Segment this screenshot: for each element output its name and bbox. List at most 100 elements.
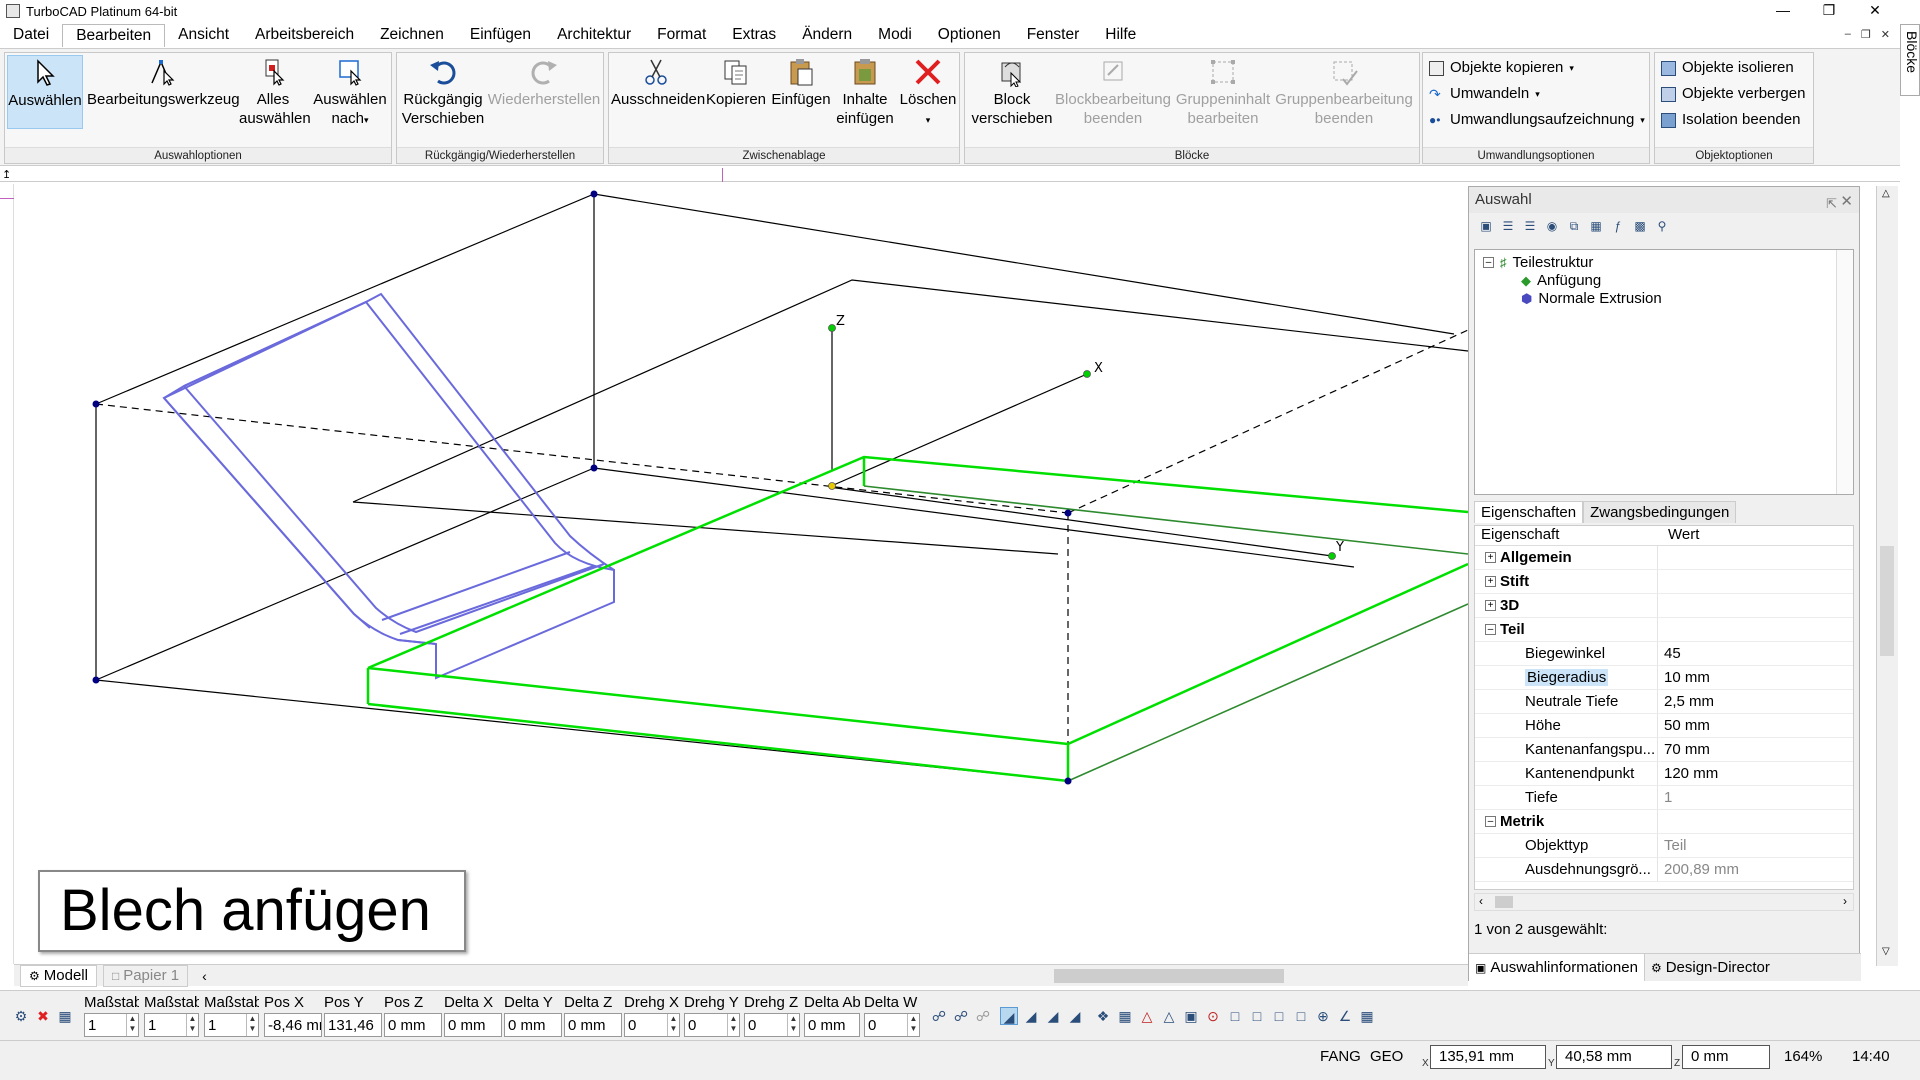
property-row[interactable]: Kantenanfangspu... 70 mm (1475, 738, 1853, 762)
select-all-small-icon[interactable]: ☰ (1499, 219, 1517, 235)
menu-datei[interactable]: Datei (0, 24, 62, 46)
drawing-viewport[interactable]: Z X Y (14, 184, 1468, 959)
menu-format[interactable]: Format (644, 24, 719, 46)
panel-scrollbar[interactable]: △ ▽ (1876, 186, 1898, 966)
input-delta-x[interactable]: Delta X0 mm (444, 993, 502, 1037)
menu-arbeitsbereich[interactable]: Arbeitsbereich (242, 24, 367, 46)
properties-icon[interactable]: ◉ (1543, 219, 1561, 235)
minimize-icon[interactable]: — (1760, 0, 1806, 20)
chain-disabled-icon[interactable]: ☍ (974, 1007, 992, 1025)
snap-mode-icon[interactable]: ❖ (1094, 1007, 1112, 1025)
category-3d[interactable]: +3D (1475, 594, 1853, 618)
snap-nearest-icon[interactable]: △ (1160, 1007, 1178, 1025)
snap-tangent-icon[interactable]: □ (1270, 1007, 1288, 1025)
property-row[interactable]: Objekttyp Teil (1475, 834, 1853, 858)
category-stift[interactable]: + Stift (1475, 570, 1853, 594)
block-verschieben-button[interactable]: Block verschieben (967, 55, 1057, 128)
umwandlungsaufzeichnung-button[interactable]: ●• Umwandlungsaufzeichnung ▾ (1429, 109, 1645, 131)
loeschen-button[interactable]: Löschen ▾ (899, 55, 957, 130)
bloecke-side-tab[interactable]: Blöcke (1900, 24, 1920, 96)
workplane-icon[interactable]: ◢ (1022, 1007, 1040, 1025)
category-allgemein[interactable]: + Allgemein (1475, 546, 1853, 570)
bearbeitungswerkzeug-button[interactable]: Bearbeitungswerkzeug (87, 55, 240, 109)
link-icon[interactable]: ☍ (930, 1007, 948, 1025)
pin-icon[interactable]: ⇱ (1826, 191, 1837, 217)
scroll-thumb[interactable] (1880, 546, 1894, 656)
expand-icon[interactable]: + (1485, 576, 1496, 587)
expand-icon[interactable]: + (1485, 600, 1496, 611)
scroll-left-icon[interactable]: ‹ (1479, 894, 1483, 908)
chain-icon[interactable]: ☍ (952, 1007, 970, 1025)
viewport-hscroll-thumb[interactable] (1054, 969, 1284, 983)
collapse-icon[interactable]: – (1485, 816, 1496, 827)
menu-zeichnen[interactable]: Zeichnen (367, 24, 457, 46)
input-pos-y[interactable]: Pos Y 131,46 (324, 993, 382, 1037)
column-eigenschaft[interactable]: Eigenschaft (1475, 526, 1658, 545)
property-hscrollbar[interactable]: ‹ › (1474, 893, 1854, 911)
wireframe-drawing[interactable]: Z X Y (14, 184, 1468, 959)
menu-fenster[interactable]: Fenster (1014, 24, 1093, 46)
menu-modi[interactable]: Modi (865, 24, 925, 46)
cancel-icon[interactable]: ✖ (34, 1007, 52, 1025)
tab-papier-1[interactable]: □ Papier 1 (102, 964, 189, 987)
kopieren-button[interactable]: Kopieren (703, 55, 769, 109)
grid-icon[interactable]: ▩ (1631, 219, 1649, 235)
collapse-icon[interactable]: – (1485, 624, 1496, 635)
input-delta-ab[interactable]: Delta Ab 0 mm (804, 993, 860, 1037)
input-delta-y[interactable]: Delta Y0 mm (504, 993, 562, 1037)
duplicate-icon[interactable]: ⧉ (1565, 219, 1583, 235)
property-row[interactable]: Neutrale Tiefe 2,5 mm (1475, 690, 1853, 714)
scroll-right-icon[interactable]: › (1843, 894, 1847, 908)
snap-center-icon[interactable]: ⊙ (1204, 1007, 1222, 1025)
spinner-icon[interactable]: ▲ ▼ (907, 1014, 919, 1036)
gruppeninhalt-bearbeiten-button[interactable]: Gruppeninhalt bearbeiten (1173, 55, 1273, 128)
gruppenbearbeitung-beenden-button[interactable]: Gruppenbearbeitung beenden (1271, 55, 1417, 128)
ruler-origin-icon[interactable]: ↥ (2, 168, 11, 181)
objekte-kopieren-button[interactable]: Objekte kopieren ▾ (1429, 57, 1574, 79)
column-wert[interactable]: Wert (1658, 526, 1699, 545)
spinner-icon[interactable]: ▲ ▼ (126, 1014, 138, 1036)
ausschneiden-button[interactable]: Ausschneiden (611, 55, 705, 109)
snap-perp-icon[interactable]: □ (1292, 1007, 1310, 1025)
spinner-icon[interactable]: ▲ ▼ (186, 1014, 198, 1036)
maximize-icon[interactable]: ❐ (1806, 0, 1852, 20)
search-icon[interactable]: ⚲ (1653, 219, 1671, 235)
property-row[interactable]: Biegeradius 10 mm (1475, 666, 1853, 690)
einfuegen-button[interactable]: Einfügen (771, 55, 831, 109)
input-drehg-y[interactable]: Drehg Y 0 ▲ ▼ (684, 993, 740, 1037)
expand-icon[interactable]: + (1485, 552, 1496, 563)
tree-node-normale-extrusion[interactable]: ⬢ Normale Extrusion (1521, 290, 1662, 307)
snap-angle-icon[interactable]: ∠ (1336, 1007, 1354, 1025)
snap-off-icon[interactable]: ⚙ (12, 1007, 30, 1025)
menu-ansicht[interactable]: Ansicht (165, 24, 242, 46)
tree-scrollbar[interactable] (1836, 250, 1853, 494)
snap-ortho-icon[interactable]: ⊕ (1314, 1007, 1332, 1025)
scroll-down-icon[interactable]: ▽ (1882, 946, 1890, 957)
blockbearbeitung-beenden-button[interactable]: Blockbearbeitung beenden (1051, 55, 1175, 128)
auswaehlen-button[interactable]: Auswählen (7, 55, 83, 129)
scroll-up-icon[interactable]: △ (1882, 188, 1890, 199)
mdi-minimize-icon[interactable]: – (1845, 28, 1851, 41)
spinner-icon[interactable]: ▲ ▼ (667, 1014, 679, 1036)
axis-handles[interactable] (828, 324, 1336, 560)
screen-cs-icon[interactable]: ◢ (1066, 1007, 1084, 1025)
menu-aendern[interactable]: Ändern (789, 24, 865, 46)
menu-einfuegen[interactable]: Einfügen (457, 24, 544, 46)
snap-intersect-icon[interactable]: □ (1248, 1007, 1266, 1025)
scroll-left-icon[interactable]: ‹ (202, 968, 207, 984)
category-teil[interactable]: – Teil (1475, 618, 1853, 642)
property-row[interactable]: Kantenendpunkt 120 mm (1475, 762, 1853, 786)
panel-close-icon[interactable]: ✕ (1840, 189, 1853, 215)
wiederherstellen-button[interactable]: Wiederherstellen (487, 55, 601, 109)
geo-indicator[interactable]: GEO (1370, 1045, 1403, 1069)
tab-eigenschaften[interactable]: Eigenschaften (1474, 501, 1584, 523)
input-drehg-x[interactable]: Drehg X 0 ▲ ▼ (624, 993, 680, 1037)
menu-hilfe[interactable]: Hilfe (1092, 24, 1149, 46)
tab-auswahlinformationen[interactable]: ▣ Auswahlinformationen (1469, 954, 1645, 981)
property-row[interactable]: Höhe 50 mm (1475, 714, 1853, 738)
tab-zwangsbedingungen[interactable]: Zwangsbedingungen (1583, 501, 1737, 523)
local-ucs-icon[interactable]: ◢ (1000, 1007, 1018, 1025)
isolation-beenden-button[interactable]: Isolation beenden (1661, 109, 1800, 131)
snap-middle-icon[interactable]: ▣ (1182, 1007, 1200, 1025)
rueckgaengig-button[interactable]: Rückgängig Verschieben (401, 55, 485, 128)
